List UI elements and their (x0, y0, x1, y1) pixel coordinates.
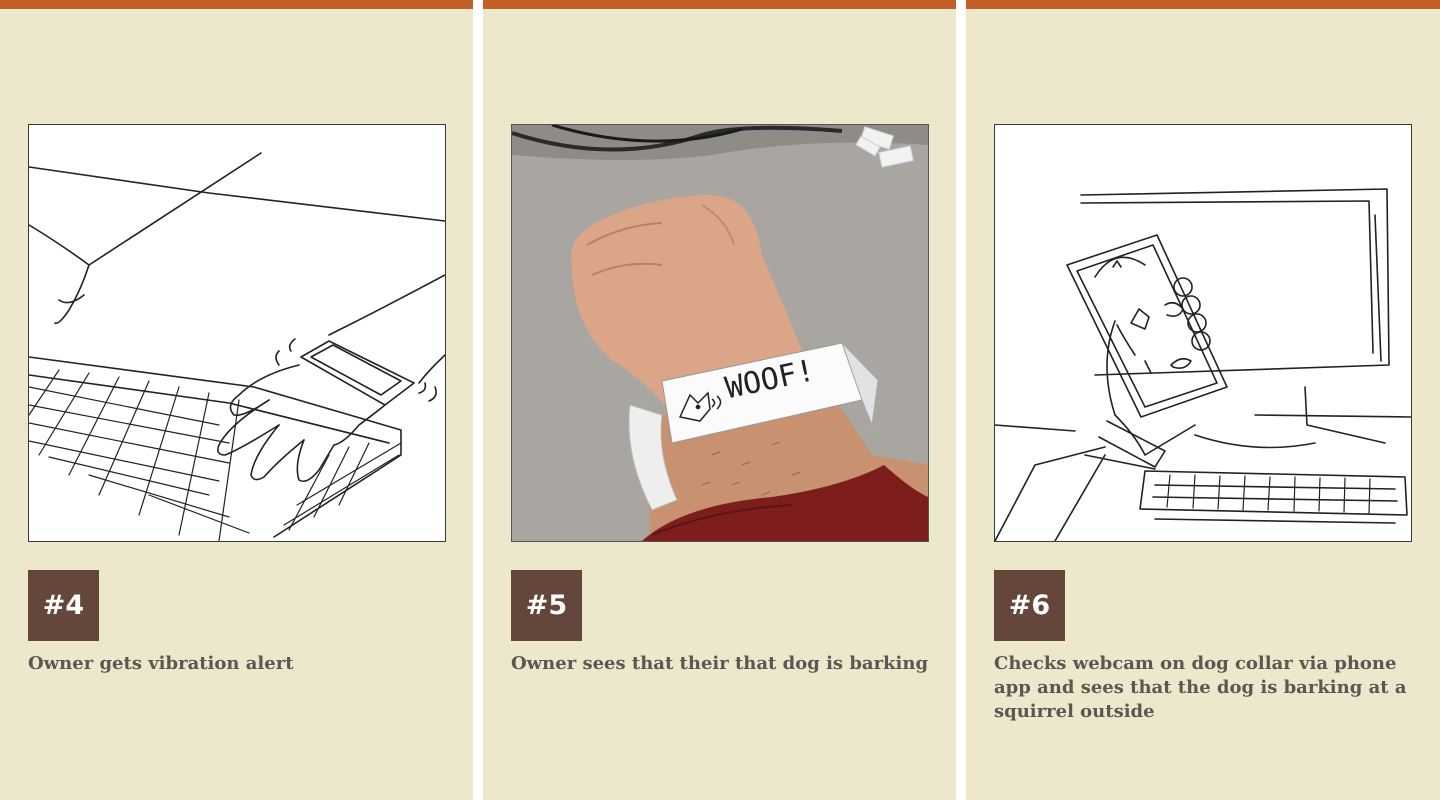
step-caption: Checks webcam on dog collar via phone ap… (994, 653, 1407, 722)
sketch-owner-typing-vibration (28, 124, 446, 542)
step-number-badge: #5 (511, 570, 582, 641)
sketch-phone-webcam-view (994, 124, 1412, 542)
step-caption: Owner gets vibration alert (28, 653, 294, 674)
storyboard-panel-5: WOOF! #5 Owner sees that their that dog … (483, 0, 956, 800)
step-number-badge: #4 (28, 570, 99, 641)
storyboard-panel-6: #6 Checks webcam on dog collar via phone… (966, 0, 1440, 800)
photo-paper-wristband: WOOF! (511, 124, 929, 542)
storyboard-panel-4: #4 Owner gets vibration alert (0, 0, 473, 800)
panel-top-bar (483, 0, 956, 9)
step-caption: Owner sees that their that dog is barkin… (511, 653, 929, 674)
panel-top-bar (0, 0, 473, 9)
panel-top-bar (966, 0, 1440, 9)
step-number-badge: #6 (994, 570, 1065, 641)
